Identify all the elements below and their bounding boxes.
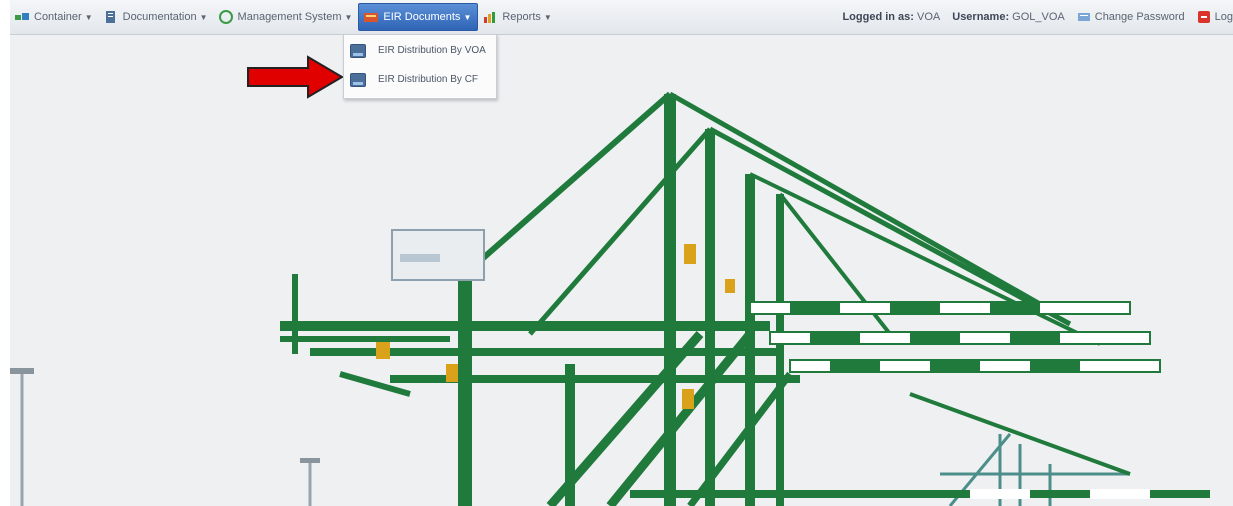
change-password-link[interactable]: Change Password	[1077, 11, 1185, 23]
menu-item-label: EIR Distribution By VOA	[378, 45, 486, 56]
menu-item-eir-distribution-by-voa[interactable]: EIR Distribution By VOA	[344, 37, 496, 64]
app-frame: Container ▼ Documentation ▼ Management S…	[10, 0, 1233, 506]
eir-documents-dropdown: EIR Distribution By VOA EIR Distribution…	[343, 34, 497, 99]
logged-in-value: VOA	[917, 11, 941, 23]
menu-reports[interactable]: Reports ▼	[478, 4, 557, 30]
annotation-arrow-icon	[247, 55, 344, 99]
menu-container[interactable]: Container ▼	[10, 4, 99, 30]
chevron-down-icon: ▼	[199, 12, 208, 22]
chevron-down-icon: ▼	[344, 12, 353, 22]
main-menu: Container ▼ Documentation ▼ Management S…	[10, 0, 558, 34]
key-icon	[1077, 11, 1091, 23]
chevron-down-icon: ▼	[84, 12, 93, 22]
document-icon	[350, 72, 366, 87]
port-crane-background	[10, 34, 1233, 506]
documentation-icon	[103, 10, 119, 24]
reports-icon	[482, 10, 498, 24]
chevron-down-icon: ▼	[543, 12, 552, 22]
menu-item-label: EIR Distribution By CF	[378, 74, 479, 85]
menu-documentation[interactable]: Documentation ▼	[99, 4, 214, 30]
top-menu-bar: Container ▼ Documentation ▼ Management S…	[10, 0, 1233, 35]
menu-documentation-label: Documentation	[122, 11, 197, 23]
user-info: Logged in as: VOA Username: GOL_VOA Chan…	[842, 0, 1233, 34]
menu-management-system-label: Management System	[237, 11, 342, 23]
crane-machinery-house	[391, 229, 485, 281]
username-info: Username: GOL_VOA	[952, 11, 1065, 23]
management-system-icon	[218, 10, 234, 24]
menu-container-label: Container	[34, 11, 82, 23]
logout-icon	[1197, 11, 1211, 23]
change-password-label: Change Password	[1094, 11, 1185, 23]
document-icon	[350, 43, 366, 58]
logged-in-info: Logged in as: VOA	[842, 11, 940, 23]
username-label: Username:	[952, 11, 1010, 23]
container-icon	[14, 10, 30, 24]
logout-label: Log	[1214, 11, 1233, 23]
menu-reports-label: Reports	[502, 11, 541, 23]
menu-management-system[interactable]: Management System ▼	[214, 4, 359, 30]
logout-link[interactable]: Log	[1197, 11, 1233, 23]
logged-in-label: Logged in as:	[842, 11, 914, 23]
eir-documents-icon	[363, 10, 379, 24]
menu-eir-documents-label: EIR Documents	[383, 11, 461, 23]
chevron-down-icon: ▼	[463, 12, 472, 22]
menu-item-eir-distribution-by-cf[interactable]: EIR Distribution By CF	[344, 66, 496, 93]
sky	[10, 34, 1233, 506]
menu-eir-documents[interactable]: EIR Documents ▼	[358, 3, 479, 31]
username-value: GOL_VOA	[1012, 11, 1065, 23]
